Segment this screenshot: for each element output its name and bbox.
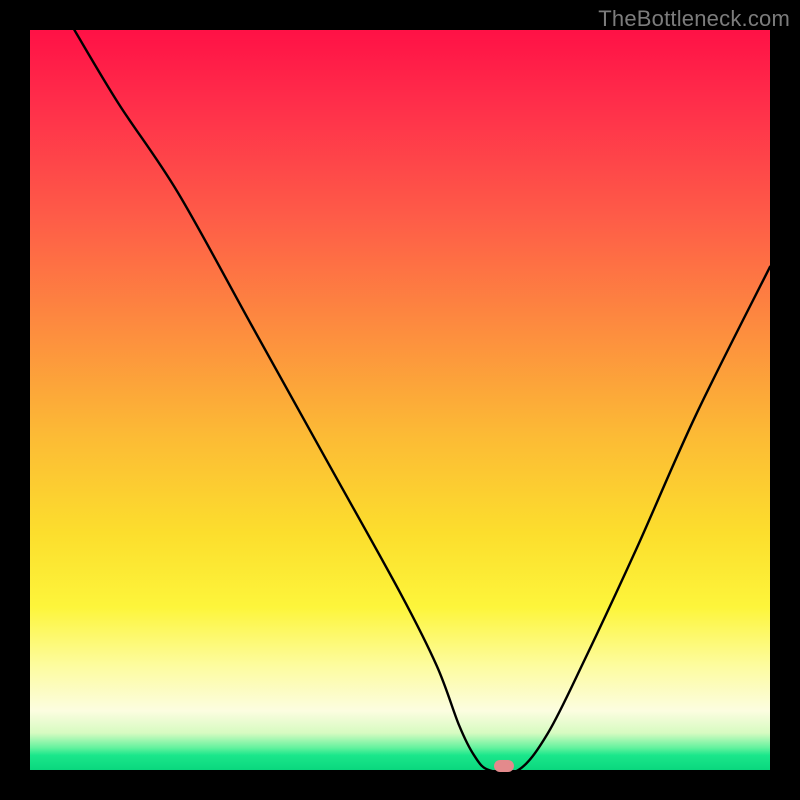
- chart-stage: TheBottleneck.com: [0, 0, 800, 800]
- plot-area: [30, 30, 770, 770]
- valley-marker: [494, 760, 514, 772]
- watermark-text: TheBottleneck.com: [598, 6, 790, 32]
